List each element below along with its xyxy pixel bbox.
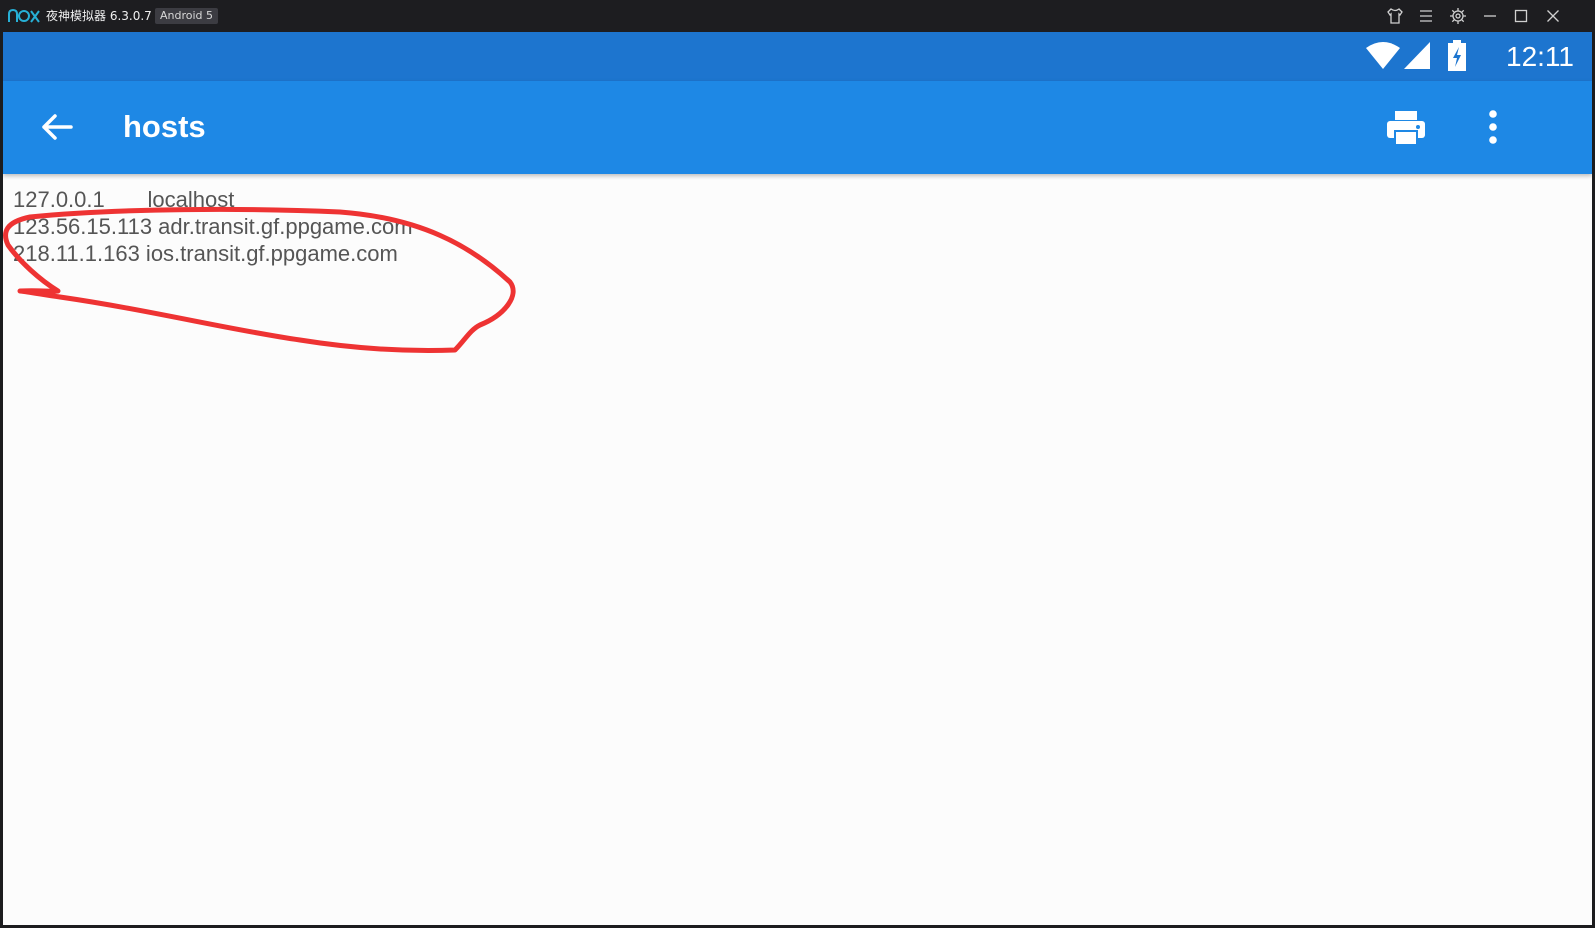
nox-logo-icon [8, 8, 40, 23]
android-version-badge: Android 5 [155, 8, 219, 24]
emulator-title: 夜神模拟器 6.3.0.7 [46, 9, 152, 23]
emulator-titlebar: 夜神模拟器 6.3.0.7 Android 5 [0, 0, 1595, 32]
minimize-icon [1484, 15, 1496, 17]
gear-icon [1450, 8, 1466, 24]
menu-button[interactable] [1416, 6, 1436, 26]
close-icon [1547, 10, 1559, 22]
hosts-file-content[interactable]: 127.0.0.1 localhost 123.56.15.113 adr.tr… [13, 186, 1573, 267]
app-toolbar: hosts [3, 81, 1592, 174]
cell-signal-icon [1404, 42, 1430, 69]
overflow-menu-button[interactable] [1479, 109, 1507, 147]
maximize-button[interactable] [1511, 6, 1531, 26]
settings-button[interactable] [1448, 6, 1468, 26]
close-button[interactable] [1543, 6, 1563, 26]
maximize-icon [1514, 9, 1528, 23]
wifi-icon [1366, 42, 1400, 69]
hosts-line: 123.56.15.113 adr.transit.gf.ppgame.com [13, 214, 413, 239]
back-button[interactable] [37, 109, 77, 145]
hosts-line: 127.0.0.1 localhost [13, 187, 235, 212]
android-screen: 12:11 hosts 127.0.0.1 localhost 123.56.1… [3, 32, 1592, 925]
printer-icon [1387, 111, 1425, 146]
page-title: hosts [123, 109, 206, 144]
hosts-line: 218.11.1.163 ios.transit.gf.ppgame.com [13, 241, 398, 266]
battery-charging-icon [1448, 40, 1466, 71]
arrow-back-icon [42, 114, 73, 140]
status-clock: 12:11 [1506, 41, 1574, 72]
shirt-icon [1387, 8, 1403, 24]
hamburger-menu-icon [1420, 10, 1432, 22]
minimize-button[interactable] [1480, 6, 1500, 26]
more-vert-icon [1489, 110, 1497, 144]
android-status-bar: 12:11 [3, 32, 1592, 81]
skin-button[interactable] [1385, 6, 1405, 26]
print-button[interactable] [1385, 109, 1427, 147]
